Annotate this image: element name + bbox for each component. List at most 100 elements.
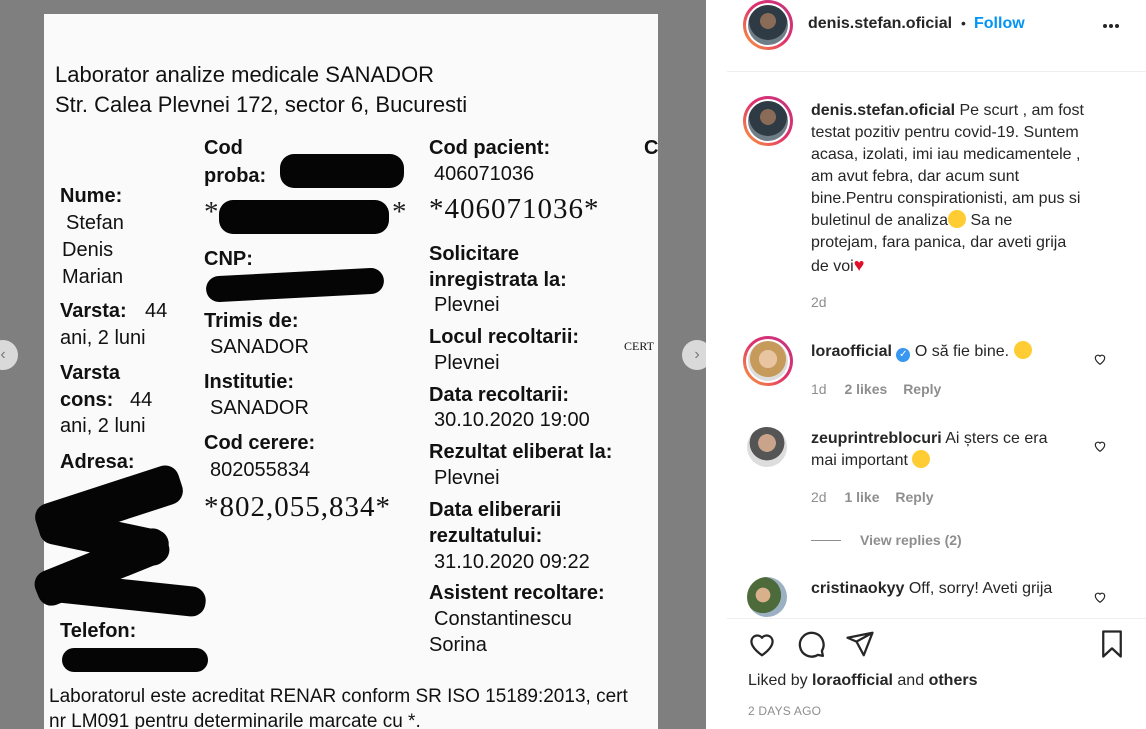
label-solicitare-1: Solicitare — [429, 243, 520, 265]
asistent-line-2: Sorina — [429, 634, 487, 656]
comment-username[interactable]: loraofficial — [811, 343, 892, 360]
comment-bubble-icon[interactable] — [796, 629, 826, 659]
label-varsta-cons-1: Varsta — [60, 362, 121, 384]
trimis-value: SANADOR — [210, 336, 309, 358]
comment-avatar-zeuprintreblocuri[interactable] — [747, 427, 787, 467]
prev-arrow-icon[interactable]: ‹ — [0, 340, 18, 370]
reply-button[interactable]: Reply — [903, 381, 941, 397]
share-send-icon[interactable] — [845, 629, 875, 659]
comment-likes[interactable]: 1 like — [844, 489, 879, 505]
tongue-emoji-icon — [948, 210, 966, 228]
liked-by-and: and — [897, 672, 925, 689]
label-data-eliberarii-1: Data eliberarii — [429, 499, 562, 521]
label-solicitare-2: inregistrata la: — [429, 269, 567, 291]
label-rezultat: Rezultat eliberat la: — [429, 441, 613, 463]
caption-line: protejam, fara panica, dar aveti grija — [811, 234, 1067, 251]
post-timestamp[interactable]: 2 DAYS AGO — [748, 704, 821, 718]
lab-name: Laborator analize medicale SANADOR — [55, 62, 435, 87]
comment-avatar-loraofficial[interactable] — [743, 336, 793, 386]
tongue-emoji-icon — [912, 450, 931, 468]
label-varsta-cons-2: cons: — [60, 389, 114, 411]
comment-text: O să fie bine. — [914, 343, 1010, 360]
caption-age: 2d — [811, 294, 827, 310]
label-telefon: Telefon: — [60, 620, 137, 642]
comment-text: Off, sorry! Aveti grija — [908, 580, 1053, 597]
label-cod-proba-2: proba: — [204, 165, 267, 187]
red-heart-emoji-icon: ♥ — [853, 255, 865, 275]
redaction — [219, 200, 389, 234]
comment-username[interactable]: cristinaokyy — [811, 580, 904, 597]
caption-line: Pe scurt , am fost — [959, 102, 1084, 119]
caption-line: bine.Pentru conspirationisti, am pus si — [811, 190, 1081, 207]
liked-by-others[interactable]: others — [929, 672, 978, 689]
footer-line-2: nr LM091 pentru determinarile marcate cu… — [49, 711, 421, 729]
caption-line: buletinul de analiza — [811, 212, 948, 229]
comment-text: Ai șters ce era — [945, 430, 1048, 447]
label-cod-proba-1: Cod — [204, 137, 243, 159]
author-avatar[interactable] — [743, 0, 793, 50]
liked-by-prefix: Liked by — [748, 672, 808, 689]
barcode-proba-prefix: * — [204, 196, 220, 228]
cod-pacient-value: 406071036 — [434, 163, 535, 185]
like-comment-heart-icon[interactable] — [1093, 439, 1107, 453]
comment-meta: 2d 1 like Reply — [811, 489, 934, 505]
post-media[interactable]: Laborator analize medicale SANADOR Str. … — [0, 0, 706, 729]
liked-by-user[interactable]: loraofficial — [812, 672, 893, 689]
post-panel: denis.stefan.oficial • Follow denis.stef… — [727, 0, 1146, 729]
follow-separator: • — [961, 15, 966, 31]
caption-avatar[interactable] — [743, 96, 793, 146]
follow-button[interactable]: Follow — [974, 15, 1025, 33]
asistent-line-1: Constantinescu — [434, 608, 572, 630]
comment-username[interactable]: zeuprintreblocuri — [811, 430, 942, 447]
varsta-value: 44 — [145, 300, 168, 322]
label-trimis: Trimis de: — [204, 310, 299, 332]
label-locul: Locul recoltarii: — [429, 326, 580, 348]
save-bookmark-icon[interactable] — [1097, 629, 1127, 659]
comment-age: 1d — [811, 381, 827, 397]
label-cod-pacient: Cod pacient: — [429, 137, 551, 159]
more-options-icon[interactable] — [1101, 16, 1121, 36]
label-data-eliberarii-2: rezultatului: — [429, 525, 543, 547]
caption-username[interactable]: denis.stefan.oficial — [811, 102, 955, 119]
lab-document: Laborator analize medicale SANADOR Str. … — [30, 14, 659, 729]
rezultat-value: Plevnei — [434, 467, 500, 489]
post-header: denis.stefan.oficial • Follow — [727, 0, 1146, 72]
solicitare-value: Plevnei — [434, 294, 500, 316]
data-eliberarii-value: 31.10.2020 09:22 — [434, 551, 590, 573]
comment-age: 2d — [811, 489, 827, 505]
view-replies-line — [811, 540, 841, 541]
locul-value: Plevnei — [434, 352, 500, 374]
redaction — [205, 267, 385, 303]
label-varsta: Varsta: — [60, 300, 127, 322]
footer-line-1: Laboratorul este acreditat RENAR conform… — [49, 686, 628, 707]
author-username[interactable]: denis.stefan.oficial — [808, 15, 952, 33]
nume-line-2: Denis — [62, 239, 114, 261]
comment-likes[interactable]: 2 likes — [844, 381, 887, 397]
next-arrow-icon[interactable]: › — [682, 340, 706, 370]
caption-line: Sa ne — [970, 212, 1013, 229]
label-institutie: Institutie: — [204, 371, 294, 393]
label-column-c: C — [644, 137, 659, 159]
varsta-cons-luni: ani, 2 luni — [60, 415, 146, 437]
lab-address: Str. Calea Plevnei 172, sector 6, Bucure… — [55, 92, 468, 117]
label-nume: Nume: — [60, 185, 123, 207]
nume-line-3: Marian — [62, 266, 124, 288]
cert-value: CERT — [624, 339, 654, 353]
caption-line: am avut febra, dar acum sunt — [811, 168, 1020, 185]
varsta-luni: ani, 2 luni — [60, 327, 146, 349]
reply-button[interactable]: Reply — [895, 489, 933, 505]
hugging-emoji-icon — [1013, 341, 1032, 359]
view-replies-button[interactable]: View replies (2) — [860, 532, 962, 548]
panel-gutter — [706, 0, 727, 729]
data-recoltarii-value: 30.10.2020 19:00 — [434, 409, 590, 431]
label-data-recoltarii: Data recoltarii: — [429, 384, 570, 406]
like-heart-icon[interactable] — [747, 629, 777, 659]
comment-avatar-cristinaokyy[interactable] — [747, 577, 787, 617]
caption-line: acasa, izolati, imi iau medicamentele , — [811, 146, 1081, 163]
like-comment-heart-icon[interactable] — [1093, 590, 1107, 604]
caption-line: testat pozitiv pentru covid-19. Suntem — [811, 124, 1079, 141]
label-cod-cerere: Cod cerere: — [204, 432, 316, 454]
cod-cerere-barcode: *802,055,834* — [204, 491, 391, 523]
comment-meta: 1d 2 likes Reply — [811, 381, 941, 397]
like-comment-heart-icon[interactable] — [1093, 352, 1107, 366]
